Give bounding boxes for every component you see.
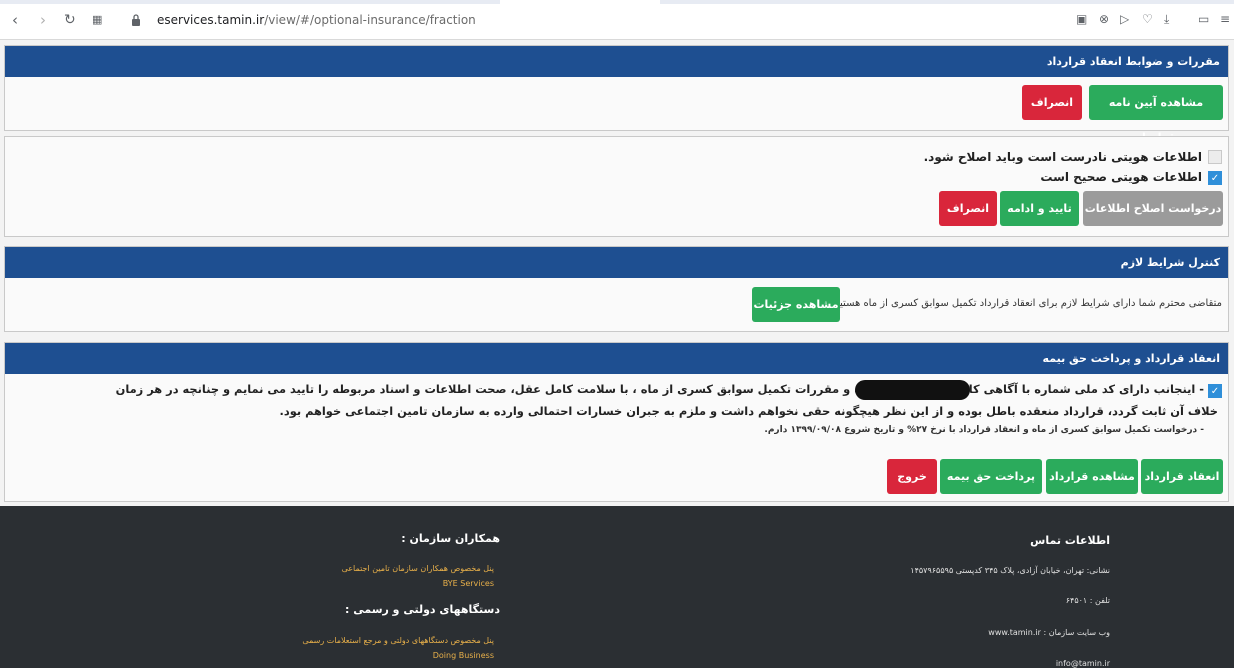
declaration-line-1: - اینجانب دارای کد ملی شماره با آگاهی کا… [115,382,1204,396]
gov-title: دستگاههای دولتی و رسمی : [344,603,500,616]
reload-icon[interactable]: ↻ [64,12,76,28]
view-contract-button[interactable]: مشاهده قرارداد [1046,459,1138,494]
download-icon[interactable]: ⤓ [1164,12,1169,27]
site-footer: اطلاعات تماس نشانی: تهران، خیابان آزادی،… [0,506,1234,668]
conditions-panel-title: کنترل شرایط لازم [5,247,1228,278]
sign-contract-button[interactable]: انعقاد قرارداد [1141,459,1223,494]
view-details-button[interactable]: مشاهده جزئیات [752,287,840,322]
forward-icon[interactable]: › [40,12,46,28]
active-tab[interactable] [500,0,660,4]
identity-incorrect-label: اطلاعات هویتی نادرست است وباید اصلاح شود… [923,150,1202,164]
conditions-panel: کنترل شرایط لازم متقاضی محترم شما دارای … [4,246,1229,332]
contact-website[interactable]: وب سایت سازمان : www.tamin.ir [988,628,1110,637]
identity-incorrect-checkbox[interactable] [1208,150,1222,164]
partners-link[interactable]: BYE Services [443,579,494,588]
menu-icon[interactable]: ≡ [1220,12,1230,26]
rules-panel-title: مقررات و ضوابط انعقاد قرارداد [5,46,1228,77]
contact-title: اطلاعات تماس [1030,534,1110,547]
identity-cancel-button[interactable]: انصراف [939,191,997,226]
declaration-checkbox[interactable]: ✓ [1208,384,1222,398]
contact-phone: تلفن : ۶۴۵۰۱ [1065,596,1110,605]
contract-panel: انعقاد قرارداد و پرداخت حق بیمه ✓ - اینج… [4,342,1229,502]
block-icon[interactable]: ⊗ [1099,12,1109,26]
address-bar[interactable]: eservices.tamin.ir/view/#/optional-insur… [157,13,476,27]
exit-button[interactable]: خروج [887,459,937,494]
confirm-continue-button[interactable]: تایید و ادامه [1000,191,1079,226]
gov-link[interactable]: Doing Business [433,651,494,660]
pay-premium-button[interactable]: پرداخت حق بیمه [940,459,1042,494]
contact-address: نشانی: تهران، خیابان آزادی، پلاک ۳۴۵ کدپ… [910,566,1110,575]
contract-panel-title: انعقاد قرارداد و پرداخت حق بیمه [5,343,1228,374]
view-contract-rules-button[interactable]: مشاهده آیین نامه قرارداد [1089,85,1223,144]
request-note: - درخواست تکمیل سوابق کسری از ماه و انعق… [764,425,1204,435]
partners-description: پنل مخصوص همکاران سازمان تامین اجتماعی [341,564,494,573]
identity-correct-checkbox[interactable]: ✓ [1208,171,1222,185]
window-icon[interactable]: ▭ [1198,12,1209,26]
identity-panel: اطلاعات هویتی نادرست است وباید اصلاح شود… [4,136,1229,237]
url-path: /view/#/optional-insurance/fraction [264,13,476,27]
camera-icon[interactable]: ▣ [1076,12,1087,26]
request-fix-button[interactable]: درخواست اصلاح اطلاعات [1083,191,1223,226]
heart-icon[interactable]: ♡ [1142,12,1153,26]
url-domain: eservices.tamin.ir [157,13,265,27]
send-icon[interactable]: ▷ [1120,12,1129,26]
identity-correct-label: اطلاعات هویتی صحیح است [1040,170,1202,184]
rules-cancel-button[interactable]: انصراف [1022,85,1082,120]
tab-strip [0,0,1234,4]
rules-panel: مقررات و ضوابط انعقاد قرارداد مشاهده آیی… [4,45,1229,144]
redaction-mark [855,380,970,400]
contact-email: info@tamin.ir [1055,659,1110,668]
lock-icon[interactable] [131,14,141,26]
declaration-line-2: خلاف آن ثابت گردد، قرارداد منعقده باطل ب… [279,404,1218,418]
apps-grid-icon[interactable]: ▦ [92,12,102,28]
back-icon[interactable]: ‹ [12,12,18,28]
partners-title: همکاران سازمان : [401,532,500,545]
conditions-message: متقاضی محترم شما دارای شرایط لازم برای ا… [831,298,1222,309]
gov-description: پنل مخصوص دستگاههای دولتی و مرجع استعلام… [302,636,494,645]
browser-toolbar: ‹ › ↻ ▦ eservices.tamin.ir/view/#/option… [0,0,1234,40]
